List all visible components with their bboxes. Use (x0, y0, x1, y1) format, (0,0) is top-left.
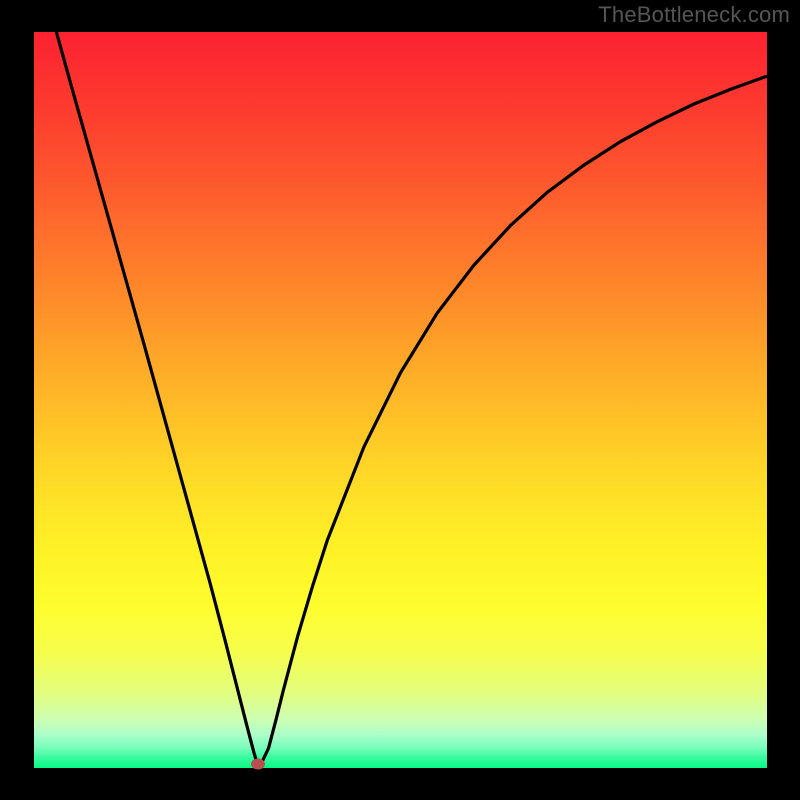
chart-frame: TheBottleneck.com (0, 0, 800, 800)
bottleneck-chart (0, 0, 800, 800)
gradient-background (34, 32, 767, 768)
optimal-point-marker (251, 759, 265, 770)
watermark-text: TheBottleneck.com (598, 2, 790, 28)
